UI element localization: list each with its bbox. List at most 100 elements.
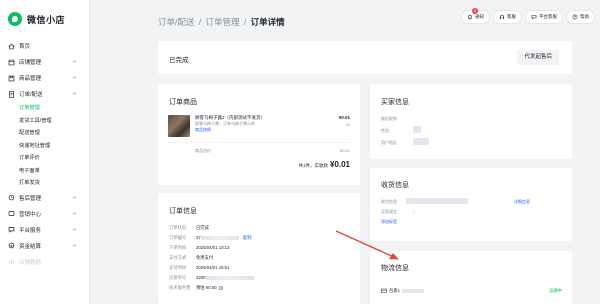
sidebar-item-label: 店铺数据 (19, 259, 42, 266)
sidebar-subitem-print-ship[interactable]: 打单发货 (0, 177, 89, 190)
logistics-info-title: 物流信息 (381, 265, 409, 272)
buyer-message-value: - (413, 209, 415, 214)
marketing-icon (8, 210, 15, 217)
total-value: ¥0.01 (329, 160, 350, 169)
chevron-down-icon (72, 243, 77, 248)
logistics-state: 运输中 (549, 288, 562, 293)
order-info-label: 交易单号 (169, 275, 187, 280)
receiver-detail-link[interactable]: 详细信息 (514, 199, 530, 205)
brand[interactable]: 微信小店 (0, 0, 89, 38)
order-info-label: 订单编号 (169, 235, 187, 240)
sidebar-item-money[interactable]: 资金结算 (0, 238, 89, 254)
page-title: 订单详情 (250, 17, 285, 27)
chevron-down-icon (72, 227, 77, 232)
notify-button[interactable]: 8 通知 (461, 8, 490, 24)
redacted-value (406, 198, 468, 204)
buyer-info-label: 性别 (381, 128, 389, 133)
package-icon (381, 289, 387, 294)
breadcrumb-level1[interactable]: 订单/配送 (158, 17, 194, 27)
header: 订单/配送 / 订单管理 / 订单详情 8 通知 客服 平台客服 帮助 (90, 0, 600, 38)
customer-service-button[interactable]: 客服 (493, 10, 522, 24)
sidebar-item-label: 店铺管理 (19, 60, 42, 66)
info-icon[interactable] (218, 285, 223, 290)
sidebar-item-aftersale[interactable]: 售后管理 (0, 190, 89, 206)
initiate-aftersale-button[interactable]: 代发起售后 (517, 50, 559, 65)
order-icon (8, 90, 15, 98)
sidebar-item-label: 平台服务 (19, 227, 42, 234)
chevron-down-icon (72, 75, 77, 80)
buyer-info-title: 买家信息 (381, 99, 409, 106)
sidebar-subitem-ship-tools[interactable]: 发货工具/管理 (0, 115, 89, 128)
order-info-label: 支付时间 (169, 265, 187, 270)
order-info-value: 预估 ¥0.00 (196, 285, 217, 290)
order-status-text: 已完成 (169, 57, 189, 64)
sidebar-item-home[interactable]: 首页 (0, 38, 89, 54)
order-info-label: 技术服务费 (169, 285, 191, 290)
sidebar-subitem-address[interactable]: 快递地址管理 (0, 140, 89, 153)
redacted-value (401, 288, 424, 293)
buyer-info-label: 微信昵称 (381, 116, 397, 121)
help-label: 帮助 (580, 14, 589, 19)
copy-order-number-link[interactable]: 复制 (243, 235, 252, 240)
sidebar-item-marketing[interactable]: 营销中心 (0, 206, 89, 222)
sidebar-item-label: 资金结算 (19, 243, 42, 250)
product-quantity: x1 (345, 122, 350, 127)
subtotal-value: ¥0.01 (339, 148, 350, 153)
breadcrumb: 订单/配送 / 订单管理 / 订单详情 (158, 16, 285, 28)
sidebar-subitem-order-manage[interactable]: 订单管理 (0, 102, 89, 115)
sidebar-item-label: 首页 (19, 44, 31, 50)
chevron-down-icon (72, 195, 77, 200)
breadcrumb-separator: / (243, 17, 247, 27)
sidebar-item-label: 营销中心 (19, 211, 42, 218)
data-icon (8, 258, 15, 265)
order-status-card: 已完成 代发起售后 (158, 41, 572, 74)
sidebar-subitem-delivery[interactable]: 配送管理 (0, 127, 89, 140)
chevron-down-icon (72, 59, 77, 64)
order-info-row: 订单状态 已完成 (169, 225, 209, 231)
sidebar-subitem-waybill[interactable]: 电子面单 (0, 165, 89, 178)
breadcrumb-level2[interactable]: 订单管理 (206, 17, 240, 27)
order-info-title: 订单信息 (169, 208, 197, 215)
chevron-down-icon (72, 211, 77, 216)
sidebar-subitem-review[interactable]: 订单评价 (0, 152, 89, 165)
divider (168, 142, 350, 143)
product-price: ¥0.01 (338, 115, 350, 120)
order-info-row: 支付方式 免用支付 (169, 255, 213, 261)
sidebar-item-label: 商品管理 (19, 76, 42, 82)
order-info-row: 支付时间 2025/04/01 15:51 (169, 265, 229, 271)
headset-icon (499, 14, 505, 19)
platform-service-button[interactable]: 平台客服 (525, 10, 563, 24)
order-info-row: 下单时间 2025/04/01 10:13 (169, 245, 229, 251)
order-info-row: 交易单号 4200 (169, 275, 254, 281)
bell-icon (468, 15, 472, 20)
brand-title: 微信小店 (27, 14, 66, 25)
total-prefix: 共1件，实收款 (298, 163, 328, 168)
order-info-value: 4200 (196, 275, 206, 280)
product-snapshot-link[interactable]: 商品快照 (195, 127, 211, 133)
redacted-value (413, 138, 429, 145)
sidebar-item-label: 售后管理 (19, 195, 42, 202)
customer-service-label: 客服 (507, 14, 516, 19)
sidebar-item-goods[interactable]: 商品管理 (0, 70, 89, 86)
money-icon (8, 242, 15, 249)
sidebar-item-service[interactable]: 平台服务 (0, 222, 89, 238)
sidebar-item-shop[interactable]: 店铺管理 (0, 54, 89, 70)
chevron-up-icon (72, 91, 77, 96)
help-button[interactable]: 帮助 (566, 10, 595, 24)
sidebar-item-label: 订单/配送 (19, 92, 43, 98)
shop-icon (8, 59, 15, 66)
order-info-card: 订单信息 订单状态 已完成 订单编号 37 复制 下单时间 2025/04/01 10:… (158, 193, 360, 304)
add-tag-link[interactable]: 添加标签 (381, 219, 397, 225)
sidebar-item-order[interactable]: 订单/配送 (0, 86, 89, 102)
home-icon (8, 43, 15, 50)
receiver-info-label: 买家留言 (381, 209, 397, 214)
product-thumbnail[interactable] (168, 115, 190, 137)
redacted-value (413, 126, 421, 133)
redacted-value (205, 275, 254, 280)
logistics-package-row[interactable]: 包裹1 运输中 (381, 288, 562, 298)
order-total: 共1件，实收款 ¥0.01 (298, 160, 350, 169)
sidebar-item-data[interactable]: 店铺数据 (0, 254, 89, 270)
order-info-value: 免用支付 (196, 255, 214, 260)
aftersale-icon (8, 194, 15, 201)
order-info-value: 已完成 (196, 225, 209, 230)
